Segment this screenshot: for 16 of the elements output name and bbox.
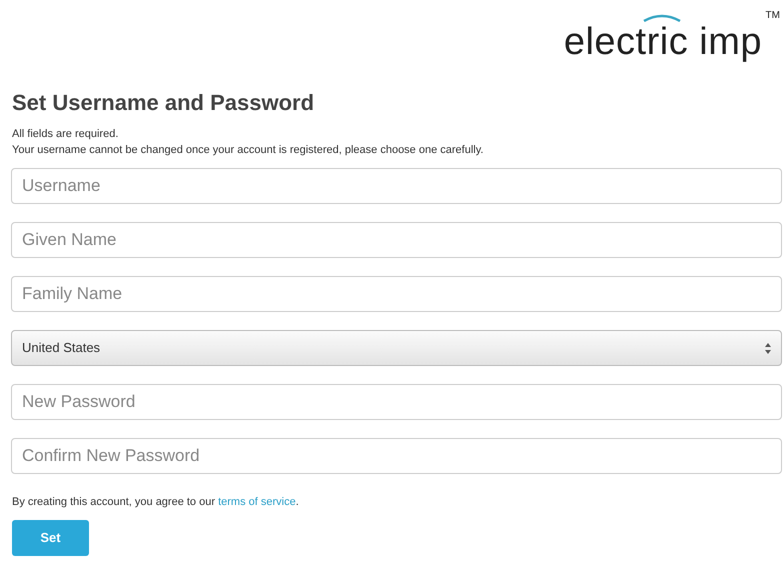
logo-text: electric imp [564,22,762,62]
instruction-text: Your username cannot be changed once your account is registered, please choose one carefully. [12,143,484,158]
input-field[interactable]: Confirm New Password [11,438,782,474]
arc-icon [642,14,682,22]
page-heading: Set Username and Password [12,89,316,117]
terms-link[interactable]: terms of service [218,496,296,508]
agreement-text: By creating this account, you agree to our terms of service. [12,495,300,510]
trademark-symbol: TM [766,9,780,23]
input-field[interactable]: Username [11,168,782,204]
input-field[interactable]: Given Name [11,222,782,258]
instruction-text: All fields are required. [12,127,120,142]
country-select[interactable]: United States [11,330,782,366]
updown-arrows-icon [765,342,771,354]
input-field[interactable]: Family Name [11,276,782,312]
set-button[interactable]: Set [12,520,89,556]
input-field[interactable]: New Password [11,384,782,420]
